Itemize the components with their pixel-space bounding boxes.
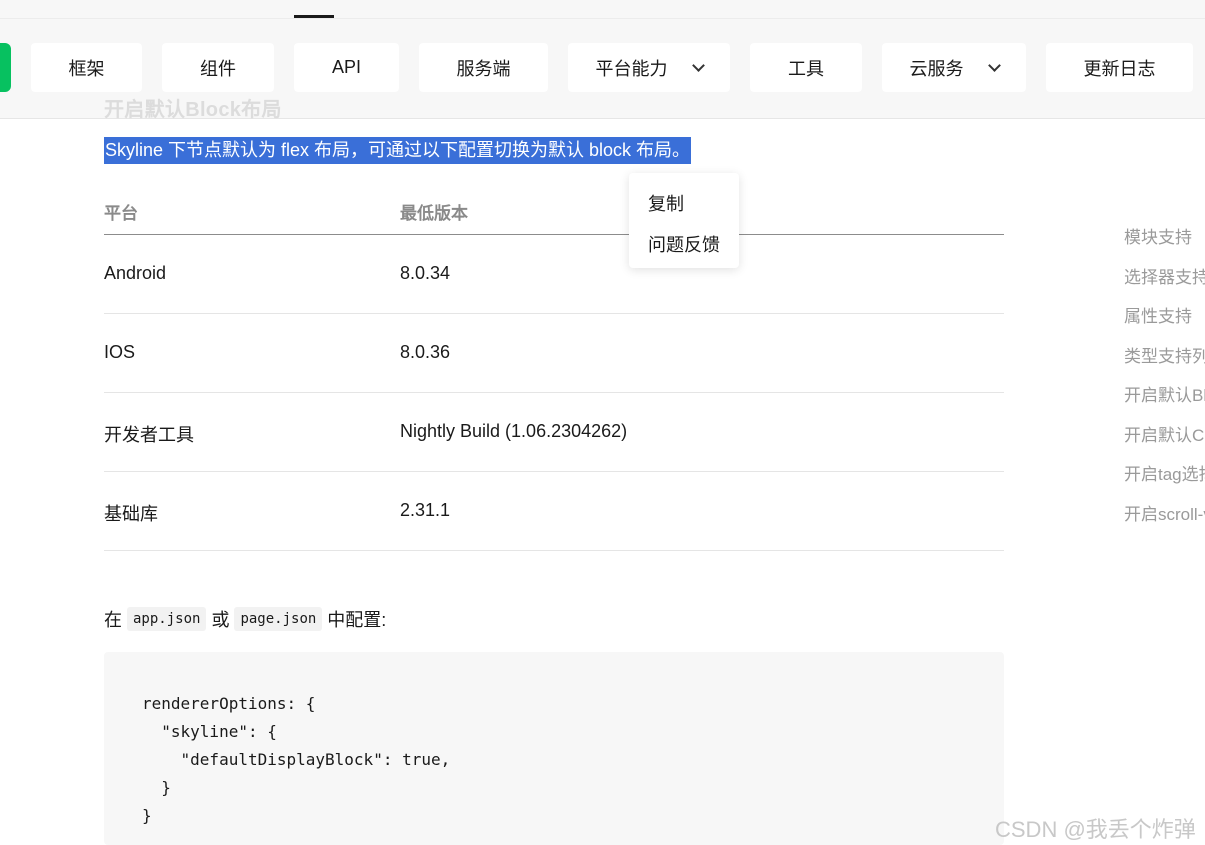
nav-item-platform-capability[interactable]: 平台能力: [568, 43, 730, 92]
inline-code-page-json: page.json: [234, 607, 323, 631]
code-line: }: [142, 806, 152, 825]
table-cell-platform: IOS: [104, 342, 136, 362]
table-of-contents: 模块支持 选择器支持 属性支持 类型支持列表 开启默认Block布局 开启默认C…: [1124, 226, 1205, 542]
context-menu-feedback[interactable]: 问题反馈: [648, 231, 720, 257]
selected-paragraph[interactable]: Skyline 下节点默认为 flex 布局，可通过以下配置切换为默认 bloc…: [104, 137, 692, 164]
toc-item-default-block[interactable]: 开启默认Block布局: [1124, 384, 1205, 424]
table-row: Android 8.0.34: [104, 235, 1004, 314]
toc-item-selector-support[interactable]: 选择器支持: [1124, 266, 1205, 306]
watermark: CSDN @我丢个炸弹: [995, 817, 1196, 842]
table-cell-platform: Android: [104, 263, 167, 283]
toc-item-default-contentbox[interactable]: 开启默认ContentBox: [1124, 424, 1205, 464]
table-cell-version: 2.31.1: [400, 500, 451, 520]
context-menu: 复制 问题反馈: [629, 173, 739, 268]
nav-item-api[interactable]: API: [294, 43, 399, 92]
column-header-min-version: 最低版本: [400, 204, 468, 223]
code-line: "defaultDisplayBlock": true,: [142, 750, 451, 769]
nav-item-label: 组件: [200, 58, 236, 79]
config-suffix: 中配置:: [327, 610, 387, 630]
toc-item-module-support[interactable]: 模块支持: [1124, 226, 1205, 266]
chevron-down-icon: [987, 58, 1001, 72]
toc-item-type-support-list[interactable]: 类型支持列表: [1124, 345, 1205, 385]
nav-item-label: 服务端: [456, 58, 511, 79]
toc-item-tag-selector[interactable]: 开启tag选择器: [1124, 463, 1205, 503]
table-row: 开发者工具 Nightly Build (1.06.2304262): [104, 393, 1004, 472]
toc-item-attribute-support[interactable]: 属性支持: [1124, 305, 1205, 345]
code-line: rendererOptions: {: [142, 694, 316, 713]
code-block[interactable]: rendererOptions: { "skyline": { "default…: [104, 652, 1004, 845]
section-heading-faded: 开启默认Block布局: [104, 99, 282, 121]
version-table: 平台 最低版本 Android 8.0.34 IOS 8.0.36 开发者工具 …: [104, 190, 1004, 551]
code-line: "skyline": {: [142, 722, 277, 741]
nav-item-label: API: [331, 57, 361, 77]
code-line: }: [142, 778, 171, 797]
active-tab-indicator: [294, 15, 334, 18]
nav-item-label: 框架: [68, 58, 105, 79]
nav-item-label: 云服务: [909, 58, 964, 79]
table-cell-version: 8.0.36: [400, 342, 451, 362]
table-cell-version: 8.0.34: [400, 263, 451, 283]
table-cell-platform: 开发者工具: [104, 425, 194, 445]
table-row: IOS 8.0.36: [104, 314, 1004, 393]
column-header-platform: 平台: [104, 204, 138, 223]
nav-item-tools[interactable]: 工具: [750, 43, 862, 92]
nav-brand-accent[interactable]: [0, 43, 11, 92]
config-instruction: 在 app.json 或 page.json 中配置:: [104, 606, 386, 632]
inline-code-app-json: app.json: [127, 607, 207, 631]
toc-item-scroll-view[interactable]: 开启scroll-view: [1124, 503, 1205, 543]
chevron-down-icon: [691, 58, 705, 72]
nav-item-server[interactable]: 服务端: [419, 43, 548, 92]
nav-item-label: 更新日志: [1083, 58, 1156, 79]
context-menu-copy[interactable]: 复制: [648, 190, 684, 216]
table-cell-version: Nightly Build (1.06.2304262): [400, 421, 628, 441]
nav-item-changelog[interactable]: 更新日志: [1046, 43, 1193, 92]
config-prefix: 在: [104, 610, 122, 630]
table-cell-platform: 基础库: [104, 504, 158, 524]
nav-item-components[interactable]: 组件: [162, 43, 274, 92]
nav-item-label: 平台能力: [595, 58, 668, 79]
table-row: 基础库 2.31.1: [104, 472, 1004, 551]
top-strip: [0, 0, 1205, 19]
nav-item-cloud-service[interactable]: 云服务: [882, 43, 1026, 92]
nav-item-label: 工具: [788, 58, 824, 79]
nav-item-framework[interactable]: 框架: [31, 43, 142, 92]
table-header-row: 平台 最低版本: [104, 190, 1004, 235]
config-or: 或: [211, 610, 230, 630]
